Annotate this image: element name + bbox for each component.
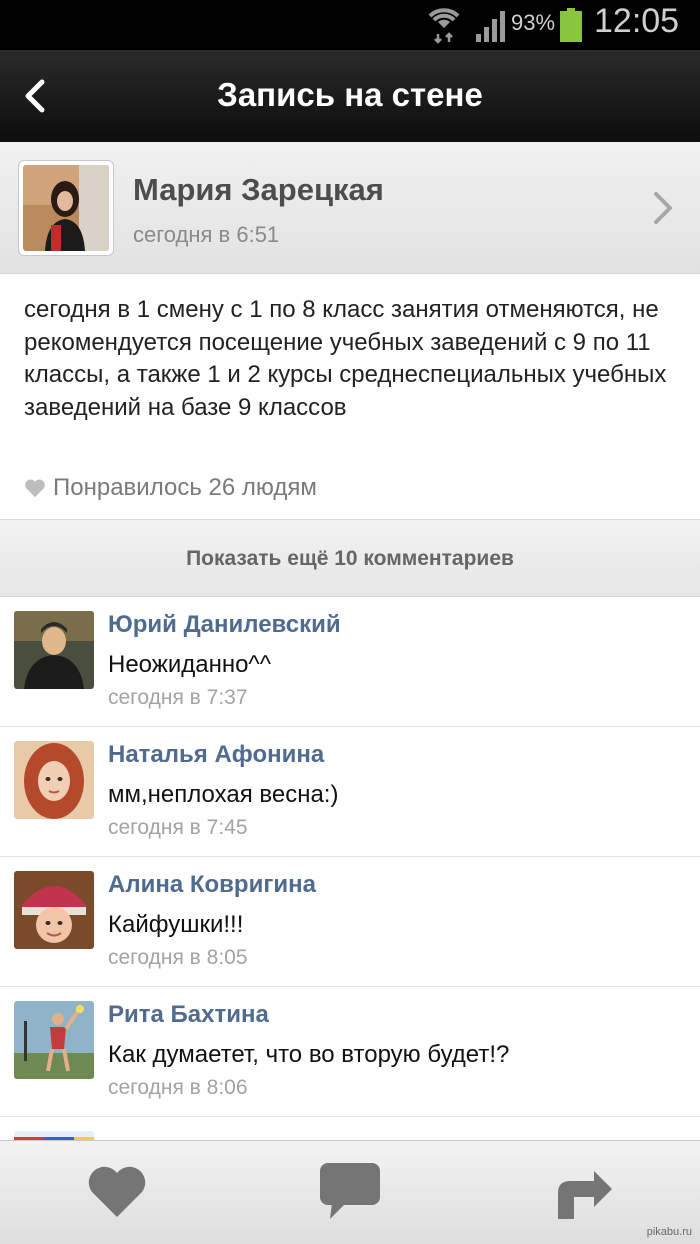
wifi-icon [428, 8, 460, 44]
likes-count: Понравилось 26 людям [53, 474, 317, 501]
author-header[interactable]: Мария Зарецкая сегодня в 6:51 [0, 142, 700, 274]
share-icon [558, 1171, 612, 1219]
post-text: сегодня в 1 смену с 1 по 8 класс занятия… [24, 296, 667, 421]
comment-timestamp: сегодня в 7:37 [108, 686, 248, 709]
comment-item: Рита Бахтина Как думаетет, что во вторую… [0, 987, 700, 1117]
page-title: Запись на стене [217, 76, 483, 113]
avatar[interactable] [14, 741, 94, 819]
avatar[interactable] [14, 611, 94, 689]
bottom-toolbar: pikabu.ru [0, 1140, 700, 1244]
comment-text: Как думаетет, что во вторую будет!? [108, 1041, 510, 1068]
comment-item: Юрий Данилевский Неожиданно^^ сегодня в … [0, 597, 700, 727]
comment-text: Кайфушки!!! [108, 911, 244, 938]
comment-timestamp: сегодня в 8:05 [108, 946, 248, 969]
like-button[interactable] [82, 1159, 152, 1225]
battery-percent: 93% [511, 10, 556, 35]
avatar[interactable] [14, 1001, 94, 1079]
comment-text: Неожиданно^^ [108, 651, 271, 678]
comment-item: Алина Ковригина Кайфушки!!! сегодня в 8:… [0, 857, 700, 987]
heart-icon [25, 479, 45, 498]
commenter-name[interactable]: Наталья Афонина [108, 741, 324, 769]
author-avatar-image [23, 165, 109, 251]
signal-icon [476, 11, 505, 42]
comment-button[interactable] [316, 1159, 386, 1225]
commenter-name[interactable]: Юрий Данилевский [108, 611, 341, 639]
comments-list: Юрий Данилевский Неожиданно^^ сегодня в … [0, 597, 700, 1209]
status-bar: 93% 12:05 [0, 0, 700, 50]
comment-text: мм,неплохая весна:) [108, 781, 339, 808]
post-timestamp: сегодня в 6:51 [133, 222, 280, 247]
comment-timestamp: сегодня в 7:45 [108, 816, 248, 839]
app-header: Запись на стене [0, 50, 700, 142]
comment-item: Наталья Афонина мм,неплохая весна:) сего… [0, 727, 700, 857]
share-button[interactable] [550, 1159, 620, 1225]
commenter-avatar-image [14, 741, 94, 819]
clock: 12:05 [594, 2, 680, 40]
avatar[interactable] [18, 160, 114, 256]
commenter-avatar-image [14, 611, 94, 689]
heart-icon [88, 1166, 146, 1217]
author-name: Мария Зарецкая [133, 172, 384, 207]
commenter-name[interactable]: Алина Ковригина [108, 871, 316, 899]
comment-icon [320, 1163, 380, 1219]
comment-timestamp: сегодня в 8:06 [108, 1076, 248, 1099]
avatar[interactable] [14, 871, 94, 949]
commenter-avatar-image [14, 1001, 94, 1079]
chevron-right-icon[interactable] [652, 190, 674, 226]
show-more-label: Показать ещё 10 комментариев [186, 547, 514, 570]
commenter-name[interactable]: Рита Бахтина [108, 1001, 269, 1029]
battery-icon [560, 8, 582, 42]
show-more-comments-button[interactable]: Показать ещё 10 комментариев [0, 519, 700, 597]
commenter-avatar-image [14, 871, 94, 949]
watermark: pikabu.ru [646, 1226, 692, 1238]
